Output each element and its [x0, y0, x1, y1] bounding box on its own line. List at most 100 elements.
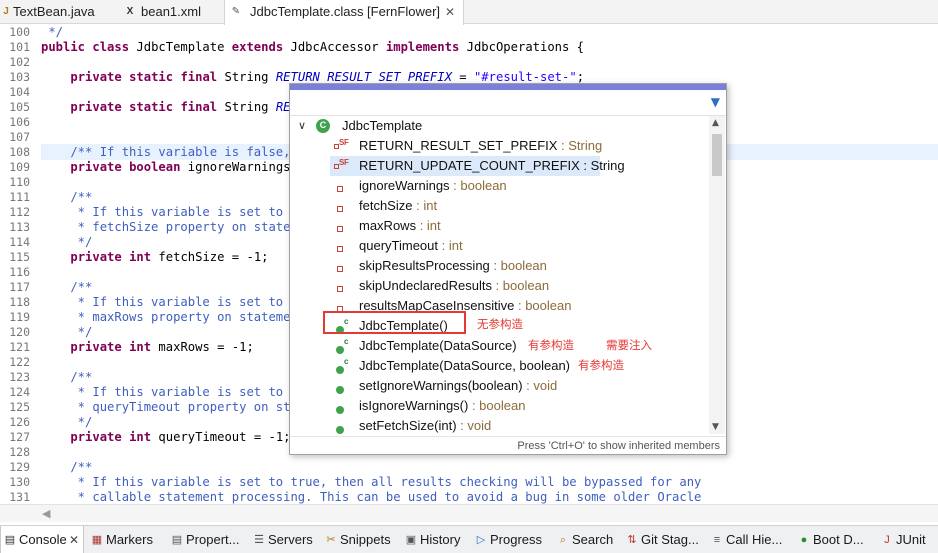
code-line: */ [41, 235, 93, 249]
outline-item-label: JdbcTemplate(DataSource) [359, 336, 517, 356]
view-tab-progress[interactable]: ▷ Progress [472, 526, 552, 553]
member-name: fetchSize [359, 198, 413, 213]
annotation-has-arg-1: 有参构造 [528, 338, 574, 352]
member-type: : void [522, 378, 558, 393]
code-line: private int maxRows = -1; [70, 340, 254, 354]
line-number: 100 [9, 25, 30, 39]
code-line: /** [41, 370, 93, 384]
outline-item-method[interactable]: setFetchSize(int) : void [330, 416, 705, 436]
view-tab-history[interactable]: ▣ History [402, 526, 470, 553]
code-line: */ [41, 25, 64, 39]
java-file-icon: J [3, 6, 9, 17]
line-number: 123 [9, 370, 30, 384]
view-tab-label: JUnit [896, 532, 926, 547]
history-icon: ▣ [405, 534, 417, 546]
horizontal-scrollbar[interactable]: ◀ [0, 504, 938, 522]
tab-jdbctemplate-class[interactable]: ✎ JdbcTemplate.class [FernFlower] ✕ [224, 0, 464, 25]
scroll-left-icon[interactable]: ◀ [42, 507, 50, 520]
outline-item-field[interactable]: fetchSize : int [330, 196, 705, 216]
quick-outline-popup: ▼ ∨ C JdbcTemplate S F RETURN_RESULT_SET_P… [289, 83, 727, 455]
annotation-no-arg: 无参构造 [477, 317, 523, 331]
outline-item-field[interactable]: queryTimeout : int [330, 236, 705, 256]
line-number: 124 [9, 385, 30, 399]
view-tab-call-hierarchy[interactable]: ≡ Call Hie... [708, 526, 793, 553]
views-tab-bar: ▤ Console ✕ ▦ Markers ▤ Propert... ☰ Servers ✂ Sni… [0, 525, 938, 553]
outline-item-field[interactable]: skipResultsProcessing : boolean [330, 256, 705, 276]
view-tab-label: Markers [106, 532, 153, 547]
line-number: 116 [9, 265, 30, 279]
scroll-down-icon[interactable]: ▼ [712, 422, 719, 432]
snippets-icon: ✂ [326, 534, 336, 546]
outline-item-field[interactable]: ignoreWarnings : boolean [330, 176, 705, 196]
outline-item-method[interactable]: isIgnoreWarnings() : boolean [330, 396, 705, 416]
constructor-icon: c [333, 357, 348, 374]
outline-item-field[interactable]: skipUndeclaredResults : boolean [330, 276, 705, 296]
tab-textbean-java[interactable]: J TextBean.java [0, 0, 118, 24]
close-icon[interactable]: ✕ [445, 0, 455, 24]
public-method-icon [333, 380, 345, 394]
view-tab-console[interactable]: ▤ Console ✕ [0, 526, 84, 553]
collapse-icon[interactable]: ∨ [298, 116, 306, 136]
line-number: 112 [9, 205, 30, 219]
outline-item-field[interactable]: maxRows : int [330, 216, 705, 236]
outline-item-method[interactable]: setIgnoreWarnings(boolean) : void [330, 376, 705, 396]
view-tab-snippets[interactable]: ✂ Snippets [322, 526, 400, 553]
line-number: 104 [9, 85, 30, 99]
outline-item-static-field[interactable]: S F RETURN_UPDATE_COUNT_PREFIX : String [330, 156, 625, 176]
code-line: /** [41, 190, 93, 204]
view-tab-git-staging[interactable]: ⇅ Git Stag... [623, 526, 706, 553]
tab-bean1-xml[interactable]: X bean1.xml [120, 0, 220, 24]
call-hierarchy-icon: ≡ [713, 534, 721, 546]
close-icon[interactable]: ✕ [69, 526, 79, 553]
outline-item-constructor[interactable]: c JdbcTemplate(DataSource, boolean) [330, 356, 705, 376]
member-name: JdbcTemplate(DataSource) [359, 338, 517, 353]
chevron-down-icon[interactable]: ▼ [711, 95, 720, 109]
code-line: * If this variable is set to a [41, 295, 298, 309]
code-line: /** [41, 280, 93, 294]
class-icon: C [316, 119, 330, 133]
member-name: setFetchSize(int) [359, 418, 457, 433]
view-tab-label: Git Stag... [641, 532, 699, 547]
scroll-thumb[interactable] [712, 134, 722, 176]
view-tab-label: Servers [268, 532, 313, 547]
line-number: 106 [9, 115, 30, 129]
line-number-gutter: 100 101 102 103 104 105 106 107 108 109 110 111 112 1… [0, 24, 36, 504]
view-tab-search[interactable]: ⌕ Search [554, 526, 621, 553]
scroll-up-icon[interactable]: ▲ [712, 118, 719, 128]
line-number: 115 [9, 250, 30, 264]
view-tab-boot-dashboard[interactable]: ● Boot D... [795, 526, 875, 553]
member-name: skipResultsProcessing [359, 258, 490, 273]
outline-vertical-scrollbar[interactable]: ▲ ▼ [709, 116, 725, 434]
member-type: : void [456, 418, 492, 433]
outline-root-class[interactable]: ∨ C JdbcTemplate [290, 116, 709, 136]
static-field-icon: SF [333, 138, 349, 152]
line-number: 126 [9, 415, 30, 429]
annotation-needs-inject: 需要注入 [606, 338, 652, 352]
public-method-icon [333, 420, 345, 434]
private-field-icon [333, 200, 345, 212]
view-tab-markers[interactable]: ▦ Markers [88, 526, 166, 553]
view-tab-label: Boot D... [813, 532, 864, 547]
member-name: skipUndeclaredResults [359, 278, 492, 293]
public-method-icon [333, 400, 345, 414]
outline-item-label: JdbcTemplate(DataSource, boolean) [359, 356, 570, 376]
member-name: RETURN_UPDATE_COUNT_PREFIX : String [359, 158, 625, 173]
view-tab-properties[interactable]: ▤ Propert... [168, 526, 248, 553]
member-name: JdbcTemplate(DataSource, boolean) [359, 358, 571, 373]
outline-item-label: queryTimeout : int [359, 236, 463, 256]
outline-filter-input[interactable]: ▼ [290, 90, 726, 116]
view-tab-servers[interactable]: ☰ Servers [250, 526, 320, 553]
outline-item-label: RETURN_RESULT_SET_PREFIX : String [359, 136, 602, 156]
code-line: */ [41, 415, 93, 429]
outline-item-label: skipUndeclaredResults : boolean [359, 276, 549, 296]
member-name: queryTimeout [359, 238, 438, 253]
line-number: 108 [9, 145, 30, 159]
editor-tab-bar: J TextBean.java X bean1.xml ✎ JdbcTempla… [0, 0, 938, 25]
code-line: /** [41, 460, 93, 474]
private-field-icon [333, 260, 345, 272]
outline-item-static-field[interactable]: S F RETURN_RESULT_SET_PREFIX : String [330, 136, 705, 156]
line-number: 114 [9, 235, 30, 249]
view-tab-junit[interactable]: J JUnit [878, 526, 936, 553]
line-number: 110 [9, 175, 30, 189]
git-staging-icon: ⇅ [627, 534, 637, 546]
